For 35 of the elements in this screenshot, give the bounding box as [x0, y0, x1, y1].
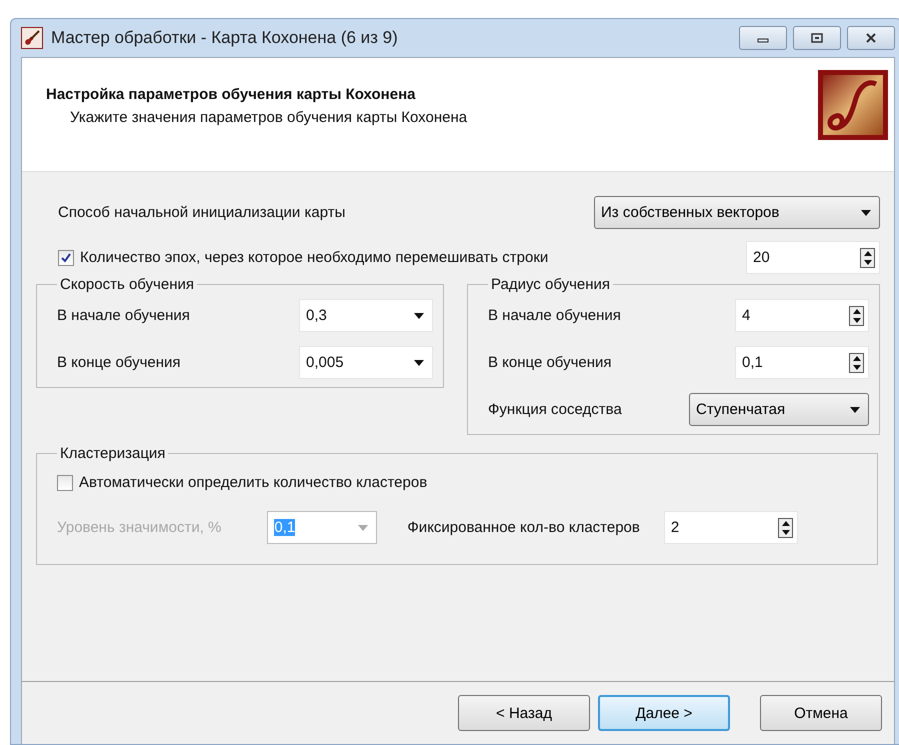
close-button[interactable]: [847, 26, 895, 50]
page-heading: Настройка параметров обучения карты Кохонена: [46, 86, 416, 103]
page-subtitle: Укажите значения параметров обучения карты Кохонена: [70, 109, 468, 126]
minimize-button[interactable]: [739, 26, 787, 50]
value-dropdown[interactable]: Ступенчатая: [689, 393, 869, 426]
group-title: Скорость обучения: [59, 276, 195, 293]
dialog-button[interactable]: Далее >: [598, 695, 730, 731]
field-label: Уровень значимости, %: [57, 519, 222, 536]
checkbox[interactable]: [57, 474, 73, 490]
field-label: Способ начальной инициализации карты: [58, 204, 346, 221]
field-label: В конце обучения: [57, 354, 181, 371]
checkbox[interactable]: [58, 250, 74, 266]
maximize-icon: [810, 32, 824, 44]
field-label: В конце обучения: [488, 354, 612, 371]
field-label: В начале обучения: [57, 307, 190, 324]
epochs-spinbox[interactable]: 20: [746, 241, 880, 274]
logo-icon: [818, 70, 888, 140]
value-combobox[interactable]: 0,3: [299, 299, 433, 332]
group-title: Кластеризация: [59, 445, 166, 462]
clusters-spinbox[interactable]: 2: [664, 511, 798, 544]
field-label: В начале обучения: [488, 307, 621, 324]
value-combobox[interactable]: 0,005: [299, 346, 433, 379]
value-spinbox[interactable]: 4: [735, 299, 869, 332]
checkbox-label: Автоматически определить количество кластеров: [79, 474, 428, 491]
value-spinbox[interactable]: 0,1: [735, 346, 869, 379]
checkbox-label: Количество эпох, через которое необходимо перемешивать строки: [80, 249, 548, 266]
window-title: Мастер обработки - Карта Кохонена (6 из 9): [51, 28, 399, 48]
field-label: Фиксированное кол-во кластеров: [407, 519, 640, 536]
dialog-button[interactable]: Отмена: [760, 695, 882, 731]
dialog-button[interactable]: < Назад: [458, 695, 590, 731]
field-label: Функция соседства: [488, 401, 622, 418]
init-method-dropdown[interactable]: Из собственных векторов: [594, 196, 880, 229]
maximize-button[interactable]: [793, 26, 841, 50]
group-title: Радиус обучения: [490, 276, 612, 293]
close-icon: [864, 32, 878, 44]
